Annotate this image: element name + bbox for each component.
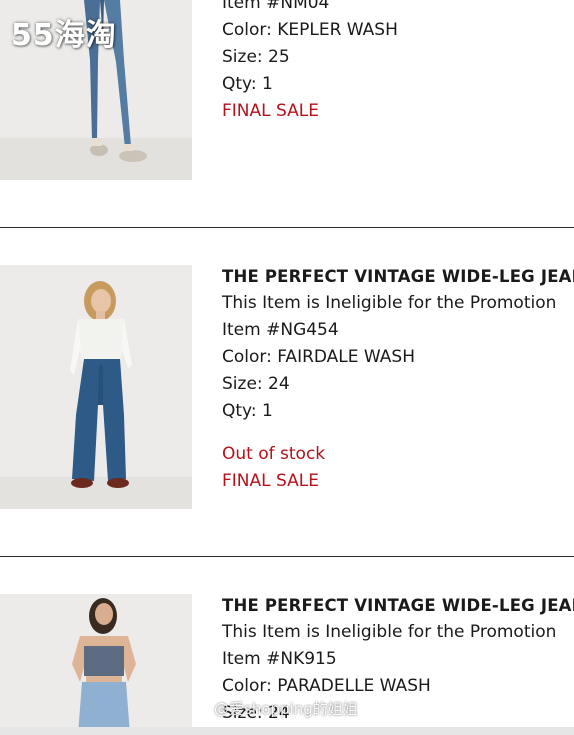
final-sale-label: FINAL SALE — [222, 101, 319, 121]
product-image-paradelle-wash[interactable] — [0, 594, 192, 735]
item-size: Size: 25 — [222, 47, 290, 67]
final-sale-label: FINAL SALE — [222, 471, 319, 491]
promo-note: This Item is Ineligible for the Promotio… — [222, 293, 557, 313]
item-qty: Qty: 1 — [222, 74, 273, 94]
item-color: Color: PARADELLE WASH — [222, 676, 431, 696]
promo-note: This Item is Ineligible for the Promotio… — [222, 622, 557, 642]
item-divider — [0, 227, 574, 228]
item-1-details: Item #NM04 Color: KEPLER WASH Size: 25 Q… — [222, 0, 398, 125]
model-photo — [0, 265, 192, 509]
user-watermark: @爱shopping的姐姐 — [214, 700, 358, 718]
item-color: Color: KEPLER WASH — [222, 20, 398, 40]
item-number: Item #NM04 — [222, 0, 330, 13]
site-watermark-logo: 55海淘 — [11, 18, 117, 53]
model-photo — [0, 594, 192, 735]
item-qty: Qty: 1 — [222, 401, 273, 421]
product-name[interactable]: THE PERFECT VINTAGE WIDE-LEG JEAN — [222, 263, 574, 290]
stock-status: Out of stock — [222, 444, 326, 464]
product-image-fairdale-wash[interactable] — [0, 265, 192, 509]
item-size: Size: 24 — [222, 374, 290, 394]
item-2-details: THE PERFECT VINTAGE WIDE-LEG JEAN This I… — [222, 263, 574, 495]
cart-page: Item #NM04 Color: KEPLER WASH Size: 25 Q… — [0, 0, 574, 735]
item-divider — [0, 556, 574, 557]
bottom-edge — [0, 727, 574, 735]
item-color: Color: FAIRDALE WASH — [222, 347, 416, 367]
product-name[interactable]: THE PERFECT VINTAGE WIDE-LEG JEAN — [222, 592, 574, 619]
item-number: Item #NG454 — [222, 320, 339, 340]
item-number: Item #NK915 — [222, 649, 337, 669]
